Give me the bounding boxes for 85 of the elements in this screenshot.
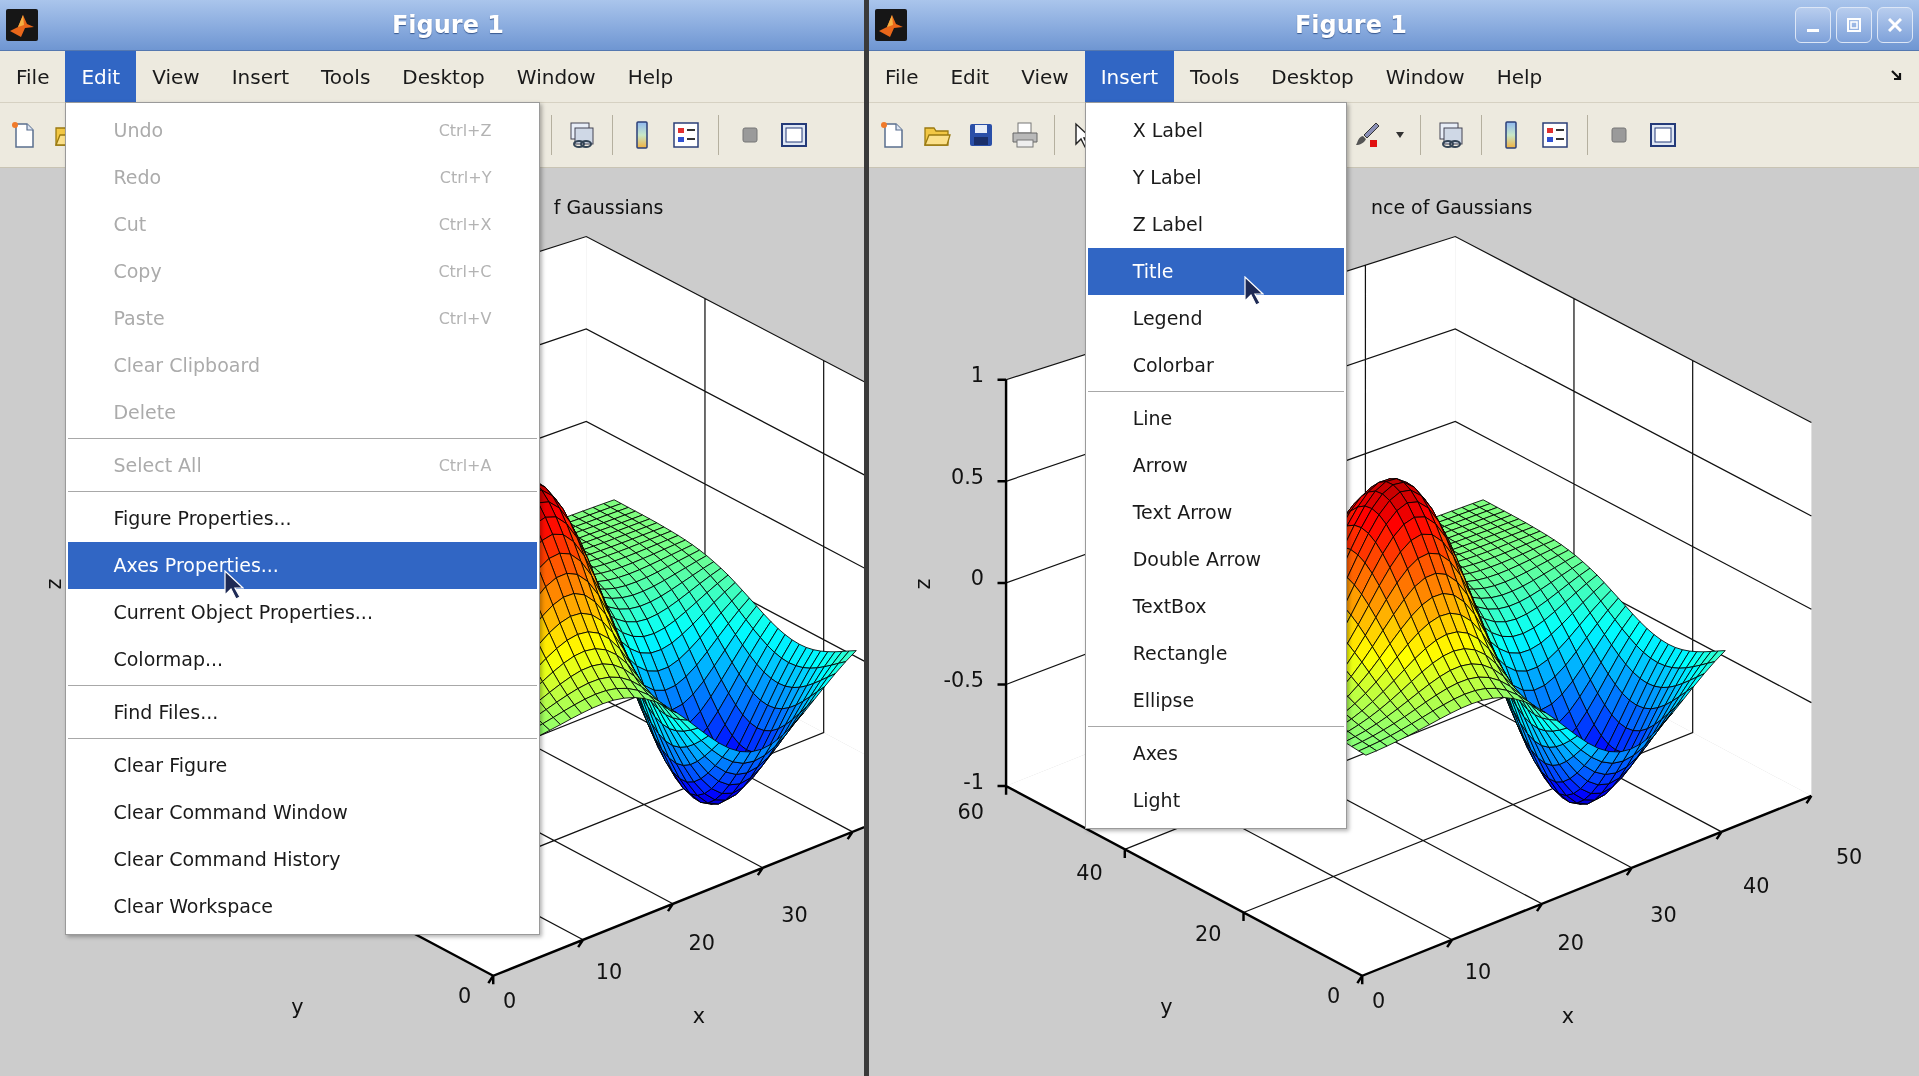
- minimize-button[interactable]: [1795, 7, 1831, 43]
- tick-label: 0: [1326, 983, 1341, 1008]
- menu-item[interactable]: TextBox: [1087, 583, 1344, 630]
- tick-label: 20: [1557, 931, 1585, 956]
- menu-item[interactable]: X Label: [1087, 107, 1344, 154]
- tick-label: 40: [1743, 874, 1770, 899]
- tick-label: 0: [1372, 988, 1386, 1013]
- menu-bar-item[interactable]: Desktop: [1255, 51, 1370, 102]
- menu-item[interactable]: Double Arrow: [1087, 536, 1344, 583]
- menu-item[interactable]: Colorbar: [1087, 342, 1344, 389]
- menu-item[interactable]: Arrow: [1087, 442, 1344, 489]
- legend-icon[interactable]: [1540, 120, 1570, 150]
- menu-item[interactable]: Y Label: [1087, 154, 1344, 201]
- axis-label: x: [692, 1004, 705, 1029]
- menu-bar-item[interactable]: View: [136, 51, 216, 102]
- menu-item[interactable]: Clear Command History: [68, 836, 538, 883]
- tick-label: 20: [1195, 922, 1222, 947]
- menu-bar-item[interactable]: Insert: [215, 51, 306, 102]
- menu-bar-item[interactable]: Tools: [305, 51, 387, 102]
- menu-bar-item[interactable]: Window: [500, 51, 612, 102]
- tick-label: 0: [457, 983, 472, 1008]
- menu-item[interactable]: Light: [1087, 777, 1344, 824]
- tick-label: 20: [688, 931, 716, 956]
- linked-windows-icon[interactable]: [567, 120, 597, 150]
- tick-label: 40: [1076, 861, 1103, 886]
- tick-label: 0: [503, 988, 517, 1013]
- menu-item[interactable]: Find Files...: [68, 689, 538, 736]
- axis-label: z: [42, 578, 67, 590]
- plot-title: f Gaussians: [553, 196, 664, 219]
- menu-item[interactable]: Line: [1087, 395, 1344, 442]
- window-title: Figure 1: [390, 10, 506, 41]
- menu-item[interactable]: Current Object Properties...: [68, 589, 538, 636]
- tick-label: 0: [970, 566, 985, 591]
- mouse-pointer-icon: [1243, 276, 1264, 306]
- menu-item[interactable]: Colormap...: [68, 636, 538, 683]
- menu-bar-item[interactable]: View: [1005, 51, 1085, 102]
- axis-label: y: [291, 994, 304, 1019]
- legend-icon[interactable]: [671, 120, 701, 150]
- tick-label: 0.5: [950, 464, 985, 489]
- menu-item[interactable]: Rectangle: [1087, 630, 1344, 677]
- minimize-icon: [1807, 28, 1819, 32]
- app-logo-icon: [6, 9, 38, 41]
- tick-label: -0.5: [943, 667, 985, 692]
- menu-bar-item[interactable]: Help: [611, 51, 690, 102]
- plot-title: nce of Gaussians: [1371, 196, 1533, 219]
- menu-item[interactable]: Ellipse: [1087, 677, 1344, 724]
- menu-bar-item[interactable]: File: [0, 51, 66, 102]
- linked-windows-icon[interactable]: [1436, 120, 1466, 150]
- window-frame-icon[interactable]: [1648, 120, 1678, 150]
- menu-bar-item[interactable]: Edit: [934, 51, 1006, 102]
- close-button[interactable]: [1877, 7, 1913, 43]
- window-frame-icon[interactable]: [779, 120, 809, 150]
- menu-item[interactable]: Legend: [1087, 295, 1344, 342]
- menu-bar-item[interactable]: Help: [1480, 51, 1559, 102]
- tick-label: 10: [1464, 959, 1492, 984]
- tick-label: -1: [963, 769, 985, 794]
- tick-label: 10: [595, 959, 623, 984]
- menu-bar-item[interactable]: Edit: [65, 51, 137, 102]
- menu-item[interactable]: Figure Properties...: [68, 495, 538, 542]
- window-title: Figure 1: [1293, 10, 1409, 41]
- menu-item[interactable]: Clear Command Window: [68, 789, 538, 836]
- app-logo-icon: [875, 9, 907, 41]
- menu-bar-item[interactable]: Insert: [1084, 51, 1175, 102]
- menu-bar-item[interactable]: Tools: [1174, 51, 1256, 102]
- tick-label: 30: [781, 902, 808, 927]
- menu-item[interactable]: Z Label: [1087, 201, 1344, 248]
- menu-bar-item[interactable]: Window: [1369, 51, 1481, 102]
- axis-label: x: [1561, 1004, 1574, 1029]
- menu-item[interactable]: Clear Workspace: [68, 883, 538, 930]
- tick-label: 30: [1650, 902, 1677, 927]
- maximize-button[interactable]: [1836, 7, 1872, 43]
- caret-icon[interactable]: [1395, 131, 1405, 139]
- menu-item[interactable]: Clear Figure: [68, 742, 538, 789]
- close-icon: [1888, 18, 1902, 32]
- menu-item[interactable]: Text Arrow: [1087, 489, 1344, 536]
- menu-item[interactable]: Axes: [1087, 730, 1344, 777]
- menu-bar-item[interactable]: File: [869, 51, 935, 102]
- menu-bar-item[interactable]: Desktop: [386, 51, 501, 102]
- axis-label: z: [911, 578, 936, 590]
- tick-label: 1: [970, 363, 985, 388]
- tick-label: 60: [957, 800, 985, 825]
- axis-label: y: [1160, 994, 1173, 1019]
- maximize-icon: [1847, 18, 1861, 32]
- tick-label: 50: [1835, 845, 1863, 870]
- printer-icon[interactable]: [1010, 120, 1040, 150]
